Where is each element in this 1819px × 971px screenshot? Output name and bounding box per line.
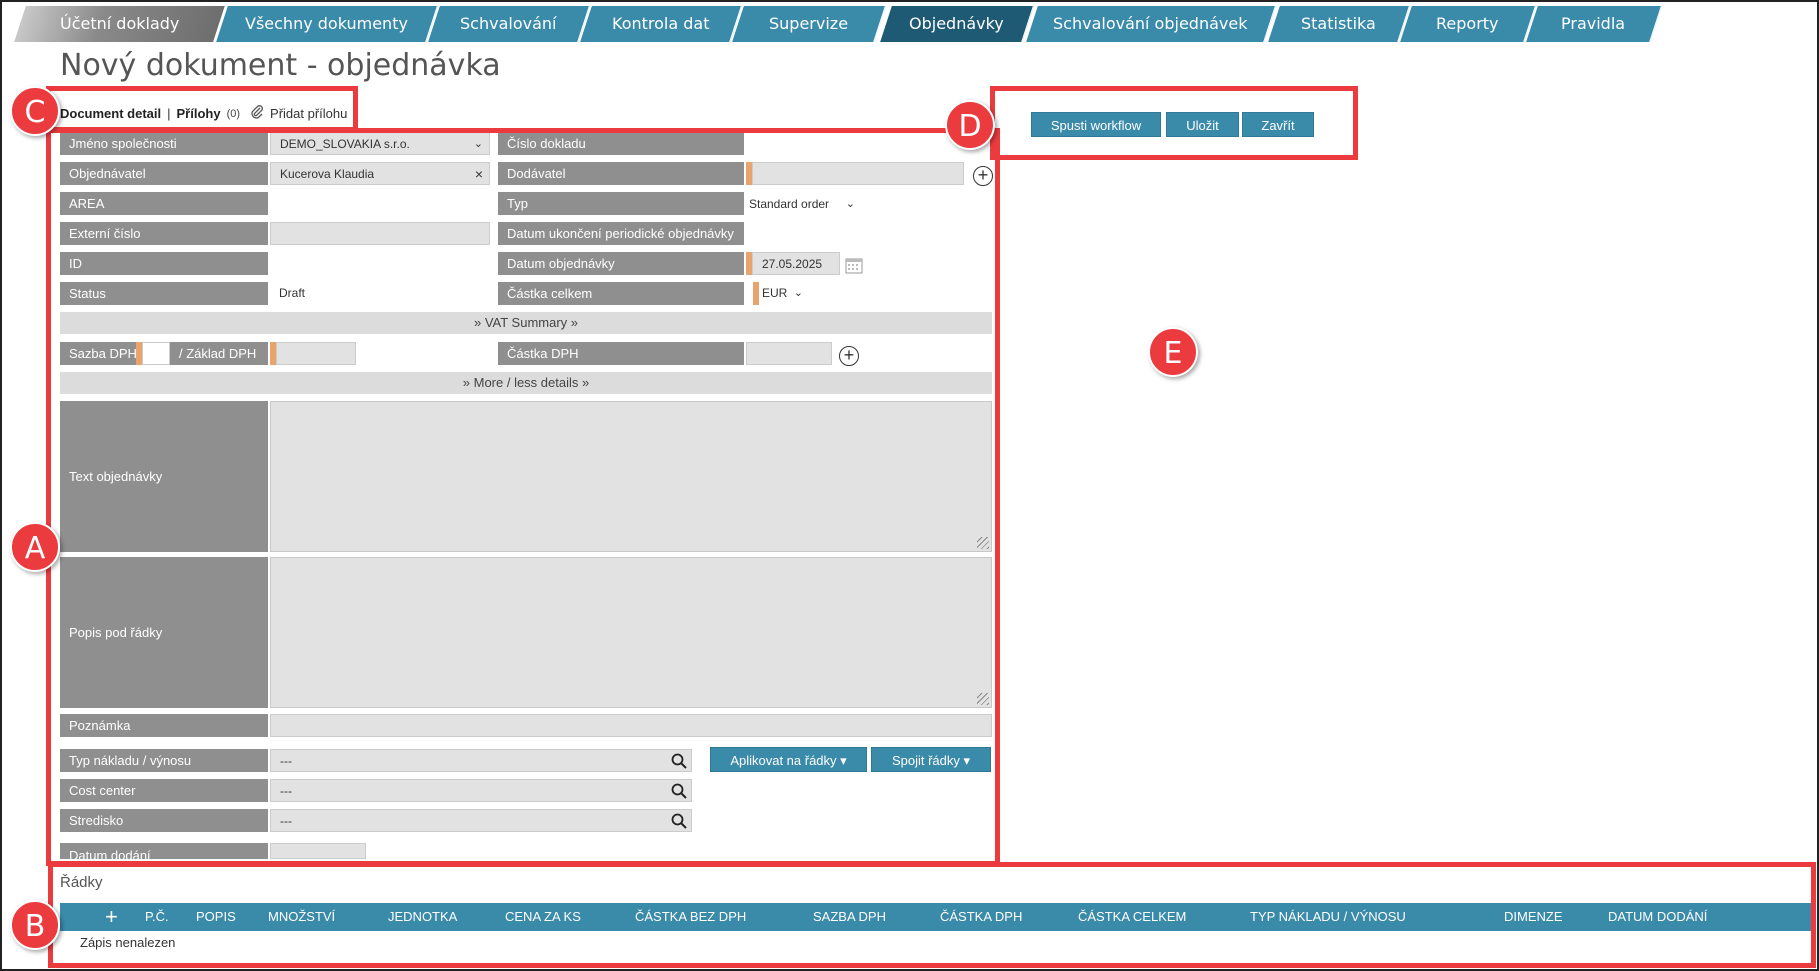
annotation-box-d — [990, 86, 1358, 160]
tab-ucetni-doklady[interactable]: Účetní doklady — [14, 6, 226, 42]
page-title: Nový dokument - objednávka — [60, 48, 501, 83]
tab-vsechny-dokumenty[interactable]: Všechny dokumenty — [216, 6, 438, 42]
annotation-box-c — [46, 86, 358, 132]
annotation-badge-e: E — [1148, 327, 1198, 377]
tab-schvalovani-objednavek[interactable]: Schvalování objednávek — [1026, 6, 1276, 42]
tab-kontrola-dat[interactable]: Kontrola dat — [580, 6, 742, 42]
tab-supervize[interactable]: Supervize — [732, 6, 886, 42]
annotation-box-b — [48, 862, 1816, 968]
annotation-badge-a: A — [10, 522, 60, 572]
annotation-box-a — [46, 128, 1000, 866]
annotation-badge-d: D — [945, 100, 995, 150]
annotation-badge-c: C — [10, 86, 60, 136]
top-navigation: Účetní doklady Všechny dokumenty Schvalo… — [0, 4, 1819, 42]
tab-statistika[interactable]: Statistika — [1268, 6, 1410, 42]
tab-objednavky[interactable]: Objednávky — [880, 6, 1034, 42]
tab-pravidla[interactable]: Pravidla — [1526, 6, 1662, 42]
annotation-badge-b: B — [10, 900, 60, 950]
tab-schvalovani[interactable]: Schvalování — [428, 6, 590, 42]
tab-reporty[interactable]: Reporty — [1400, 6, 1536, 42]
